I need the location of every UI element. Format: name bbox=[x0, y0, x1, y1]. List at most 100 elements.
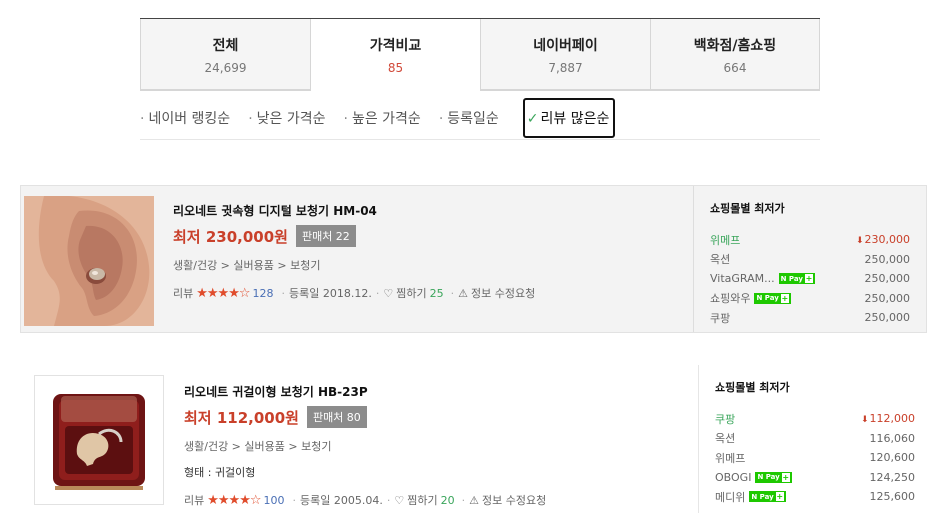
tab-department-store[interactable]: 백화점/홈쇼핑 664 bbox=[650, 19, 820, 91]
npay-badge-icon: N Pay + bbox=[749, 491, 786, 503]
npay-badge-icon: N Pay + bbox=[754, 292, 791, 304]
mall-name: 옥션 bbox=[715, 432, 736, 446]
tab-label: 백화점/홈쇼핑 bbox=[693, 38, 777, 54]
check-icon: ✓ bbox=[526, 110, 539, 127]
mall-price: 116,060 bbox=[869, 431, 916, 445]
tab-count: 7,887 bbox=[548, 61, 583, 75]
mall-price: 120,600 bbox=[869, 451, 916, 465]
filter-tabs: 전체 24,699 가격비교 85 네이버페이 7,887 백화점/홈쇼핑 66… bbox=[140, 18, 820, 91]
tab-divider bbox=[140, 89, 310, 90]
review-count[interactable]: 100 bbox=[264, 494, 285, 507]
sort-label: 리뷰 많은순 bbox=[540, 110, 610, 127]
product-image[interactable] bbox=[34, 375, 164, 505]
tab-label: 전체 bbox=[212, 38, 239, 54]
product-card: 리오네트 귓속형 디지털 보청기 HM-04 최저 230,000원 판매처 2… bbox=[20, 185, 927, 333]
mall-name: OBOGI bbox=[715, 470, 752, 484]
product-category[interactable]: 생활/건강 > 실버용품 > 보청기 bbox=[184, 438, 674, 454]
mall-row[interactable]: 메디위 N Pay + 125,600 bbox=[715, 487, 915, 507]
bullet-icon: · bbox=[343, 110, 348, 127]
mall-price: 125,600 bbox=[869, 490, 916, 504]
report-icon: ⚠ bbox=[469, 493, 479, 507]
tab-label: 가격비교 bbox=[369, 38, 422, 54]
mall-panel-title: 쇼핑몰별 최저가 bbox=[715, 381, 790, 394]
seller-count-badge[interactable]: 판매처 80 bbox=[306, 406, 367, 428]
npay-badge-icon: N Pay + bbox=[778, 273, 815, 285]
mall-row[interactable]: 옥션 250,000 bbox=[710, 250, 910, 270]
tab-label: 네이버페이 bbox=[533, 38, 598, 54]
mall-row[interactable]: OBOGI N Pay + 124,250 bbox=[715, 468, 915, 488]
tab-count: 664 bbox=[723, 61, 747, 75]
mall-name: 쇼핑와우 bbox=[710, 292, 751, 306]
review-label: 리뷰 bbox=[173, 287, 194, 300]
product-card: 리오네트 귀걸이형 보청기 HB-23P 최저 112,000원 판매처 80 … bbox=[20, 365, 927, 513]
product-title[interactable]: 리오네트 귀걸이형 보청기 HB-23P bbox=[184, 383, 674, 400]
product-meta: 리뷰 ★★★★☆ 128 · 등록일 2018.12. · ♡ 찜하기 25 ·… bbox=[173, 285, 536, 301]
mall-row[interactable]: 위메프 120,600 bbox=[715, 448, 915, 468]
wish-label[interactable]: 찜하기 bbox=[407, 492, 437, 508]
sort-options: · 네이버 랭킹순 · 낮은 가격순 · 높은 가격순 · 등록일순 ✓ 리뷰 많은순 bbox=[140, 96, 820, 140]
sort-high-price[interactable]: · 높은 가격순 bbox=[344, 108, 421, 128]
npay-badge-icon: N Pay + bbox=[755, 471, 792, 483]
wish-count: 20 bbox=[440, 493, 455, 507]
mall-name: 메디위 bbox=[715, 490, 746, 504]
mall-row[interactable]: 쿠팡 250,000 bbox=[710, 308, 910, 328]
product-meta: 리뷰 ★★★★☆ 100 · 등록일 2005.04. · ♡ 찜하기 20 ·… bbox=[184, 492, 547, 508]
bullet-icon: · bbox=[438, 110, 444, 127]
review-count[interactable]: 128 bbox=[253, 287, 274, 300]
mall-price-panel: 쇼핑몰별 최저가 위메프 ⬇230,000 옥션 250,000 VitaGRA… bbox=[693, 186, 928, 332]
star-rating-icon: ★★★★☆ bbox=[196, 285, 250, 301]
star-rating-icon: ★★★★☆ bbox=[207, 492, 261, 508]
product-info: 리오네트 귀걸이형 보청기 HB-23P 최저 112,000원 판매처 80 … bbox=[184, 383, 674, 508]
review-label: 리뷰 bbox=[184, 494, 205, 507]
tab-all[interactable]: 전체 24,699 bbox=[140, 19, 310, 91]
product-image[interactable] bbox=[24, 196, 154, 326]
mall-name: 위메프 bbox=[710, 233, 741, 247]
sort-label: 낮은 가격순 bbox=[256, 110, 326, 127]
mall-price-panel: 쇼핑몰별 최저가 쿠팡 ⬇112,000 옥션 116,060 위메프 120,… bbox=[698, 365, 933, 513]
seller-count-badge[interactable]: 판매처 22 bbox=[295, 225, 356, 247]
sort-low-price[interactable]: · 낮은 가격순 bbox=[248, 108, 325, 128]
mall-row[interactable]: 쇼핑와우 N Pay + 250,000 bbox=[710, 289, 910, 309]
report-link[interactable]: 정보 수정요청 bbox=[482, 492, 546, 508]
product-title[interactable]: 리오네트 귓속형 디지털 보청기 HM-04 bbox=[173, 202, 663, 219]
sort-label: 높은 가격순 bbox=[351, 110, 421, 127]
mall-name: 쿠팡 bbox=[710, 311, 731, 325]
mall-price: 124,250 bbox=[869, 470, 916, 484]
bullet-icon: · bbox=[248, 110, 253, 127]
sort-ranking[interactable]: · 네이버 랭킹순 bbox=[140, 108, 230, 128]
tab-count: 85 bbox=[387, 61, 404, 75]
sort-date[interactable]: · 등록일순 bbox=[439, 108, 499, 128]
sort-label: 등록일순 bbox=[447, 110, 499, 127]
mall-name: VitaGRAM... bbox=[710, 272, 775, 286]
mall-price: 250,000 bbox=[864, 272, 911, 286]
mall-price: 250,000 bbox=[864, 252, 911, 266]
mall-name: 위메프 bbox=[715, 451, 746, 465]
arrow-down-icon: ⬇ bbox=[855, 236, 864, 247]
registered-date: 등록일 2018.12. bbox=[289, 287, 372, 300]
product-info: 리오네트 귓속형 디지털 보청기 HM-04 최저 230,000원 판매처 2… bbox=[173, 202, 663, 301]
heart-icon[interactable]: ♡ bbox=[383, 287, 393, 300]
tab-divider bbox=[480, 89, 820, 90]
report-link[interactable]: 정보 수정요청 bbox=[471, 285, 535, 301]
heart-icon[interactable]: ♡ bbox=[394, 494, 404, 507]
tab-naver-pay[interactable]: 네이버페이 7,887 bbox=[480, 19, 650, 91]
arrow-down-icon: ⬇ bbox=[860, 415, 869, 426]
mall-name: 옥션 bbox=[710, 253, 731, 267]
tab-price-compare[interactable]: 가격비교 85 bbox=[310, 19, 480, 91]
mall-row[interactable]: 위메프 ⬇230,000 bbox=[710, 230, 910, 250]
product-spec: 형태 : 귀걸이형 bbox=[184, 466, 256, 479]
mall-price: 250,000 bbox=[864, 311, 911, 325]
product-category[interactable]: 생활/건강 > 실버용품 > 보청기 bbox=[173, 257, 663, 273]
tab-count: 24,699 bbox=[204, 61, 247, 75]
product-price: 최저 112,000원 bbox=[184, 408, 299, 427]
wish-label[interactable]: 찜하기 bbox=[396, 285, 426, 301]
mall-price: 230,000 bbox=[864, 233, 911, 247]
mall-row[interactable]: 쿠팡 ⬇112,000 bbox=[715, 409, 915, 429]
product-price: 최저 230,000원 bbox=[173, 227, 288, 246]
mall-row[interactable]: VitaGRAM... N Pay + 250,000 bbox=[710, 269, 910, 289]
sort-reviews[interactable]: ✓ 리뷰 많은순 bbox=[522, 97, 616, 138]
registered-date: 등록일 2005.04. bbox=[300, 494, 383, 507]
wish-count: 25 bbox=[429, 286, 444, 300]
mall-price: 112,000 bbox=[869, 412, 916, 426]
mall-row[interactable]: 옥션 116,060 bbox=[715, 429, 915, 449]
